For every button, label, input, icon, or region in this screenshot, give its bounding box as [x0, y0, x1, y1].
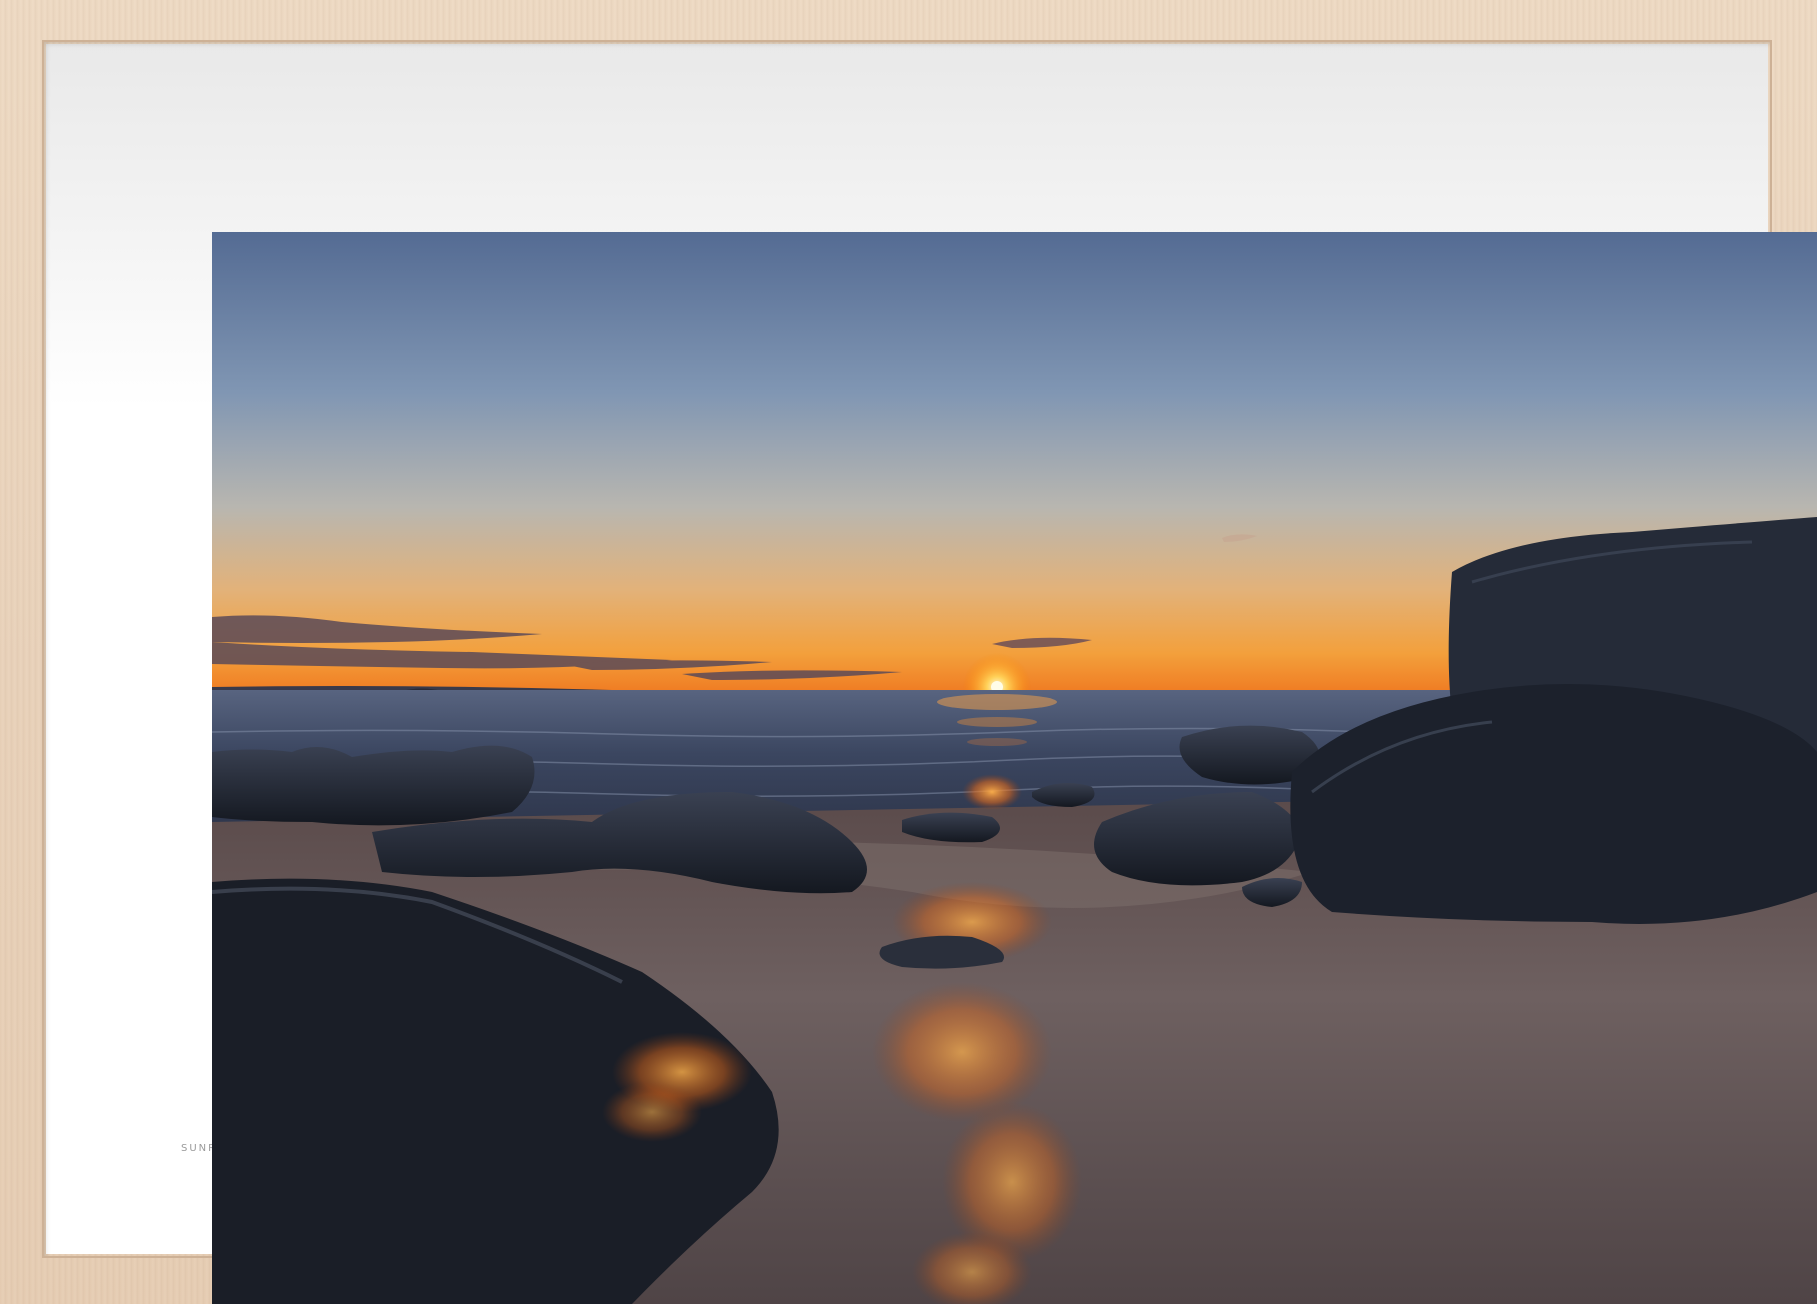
photo-scene [212, 232, 1817, 1304]
framed-print: SUNR [0, 0, 1817, 1304]
sunset-beach-photo [212, 232, 1817, 1304]
